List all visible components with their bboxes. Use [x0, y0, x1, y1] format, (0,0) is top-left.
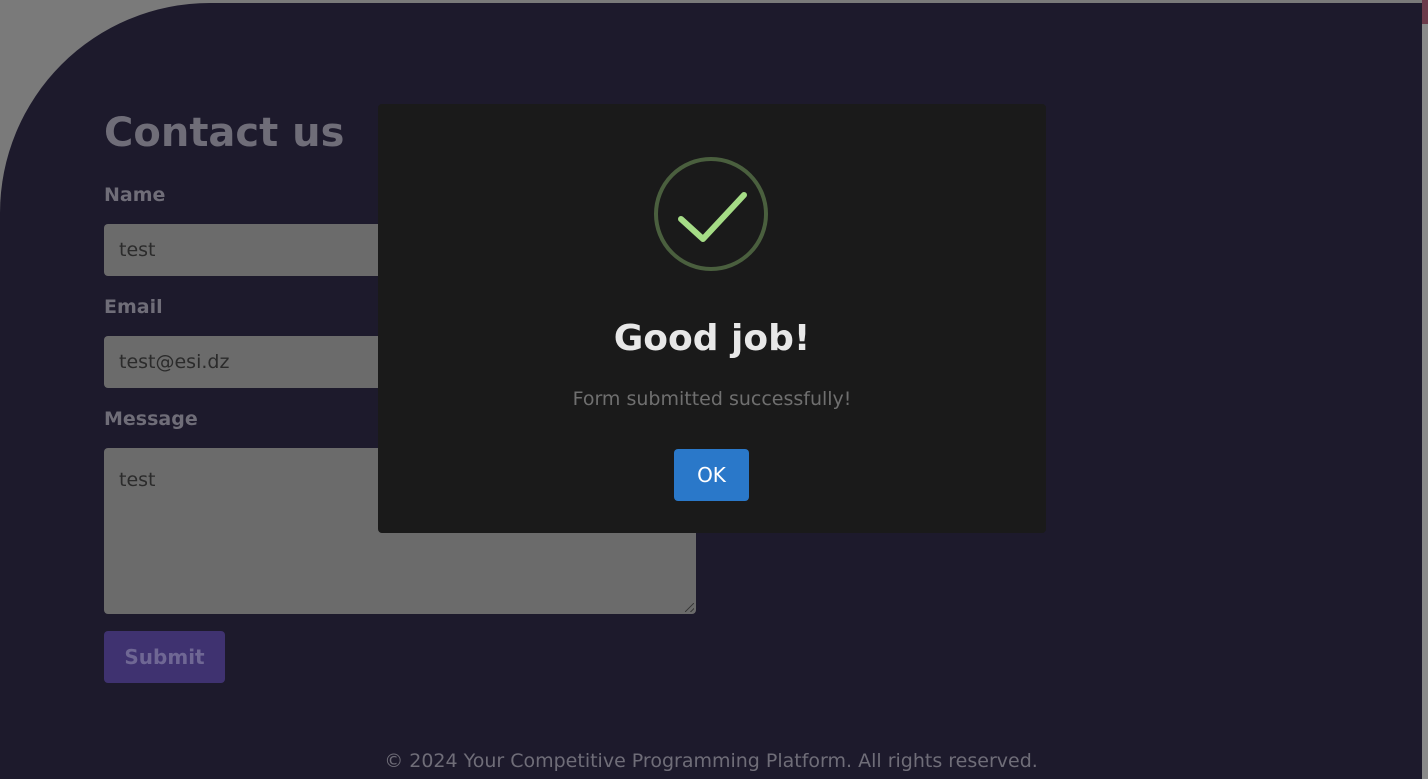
success-dialog: Good job! Form submitted successfully! O… [378, 104, 1046, 533]
submit-button[interactable]: Submit [104, 631, 225, 683]
footer-copyright: © 2024 Your Competitive Programming Plat… [384, 750, 1038, 772]
resize-handle-icon[interactable] [685, 603, 694, 612]
dialog-message: Form submitted successfully! [572, 388, 852, 410]
scrollbar-thumb[interactable] [1422, 0, 1428, 24]
ok-button[interactable]: OK [674, 449, 749, 501]
success-check-icon [654, 157, 768, 271]
scrollbar[interactable] [1422, 0, 1428, 779]
dialog-title: Good job! [613, 318, 811, 359]
message-text: test [119, 469, 156, 491]
